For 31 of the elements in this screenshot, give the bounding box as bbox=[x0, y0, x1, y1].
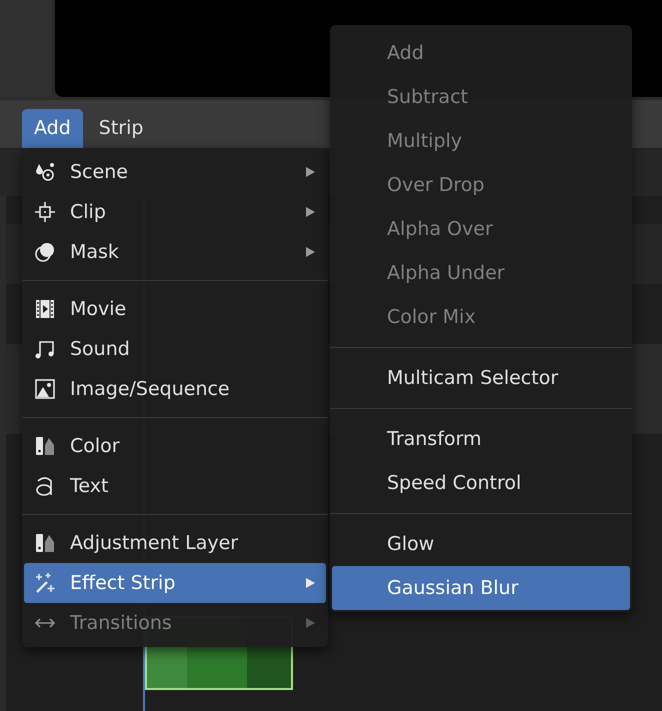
menu-item[interactable]: Movie bbox=[24, 289, 326, 329]
menu-item[interactable]: Image/Sequence bbox=[24, 369, 326, 409]
music-note-icon bbox=[34, 338, 56, 360]
submenu-arrow-icon bbox=[306, 578, 315, 588]
menu-item[interactable]: Scene bbox=[24, 152, 326, 192]
film-icon bbox=[34, 298, 56, 320]
strip-icon bbox=[34, 532, 56, 554]
menu-item[interactable]: Text bbox=[24, 466, 326, 506]
menu-item[interactable]: Color bbox=[24, 426, 326, 466]
menu-item[interactable]: Gaussian Blur bbox=[332, 566, 630, 610]
strip-icon bbox=[34, 435, 56, 457]
image-icon bbox=[34, 378, 56, 400]
menu-item[interactable]: Glow bbox=[332, 522, 630, 566]
menu-item[interactable]: Sound bbox=[24, 329, 326, 369]
submenu-arrow-icon bbox=[306, 167, 315, 177]
menu-item[interactable]: Mask bbox=[24, 232, 326, 272]
menu-item[interactable]: Clip bbox=[24, 192, 326, 232]
menu-item[interactable]: Transform bbox=[332, 417, 630, 461]
crosshair-icon bbox=[34, 201, 56, 223]
menu-item[interactable]: Speed Control bbox=[332, 461, 630, 505]
menu-button[interactable]: Add bbox=[22, 109, 83, 149]
magic-wand-icon bbox=[34, 572, 56, 594]
menu-item[interactable]: Effect Strip bbox=[24, 563, 326, 603]
menu-item[interactable]: Adjustment Layer bbox=[24, 523, 326, 563]
submenu-arrow-icon bbox=[306, 207, 315, 217]
menu-button[interactable]: Strip bbox=[86, 109, 156, 149]
mask-icon bbox=[34, 241, 56, 263]
scene-icon bbox=[34, 161, 56, 183]
menu-item[interactable]: Multicam Selector bbox=[332, 356, 630, 400]
submenu-arrow-icon bbox=[306, 618, 315, 628]
submenu-arrow-icon bbox=[306, 247, 315, 257]
